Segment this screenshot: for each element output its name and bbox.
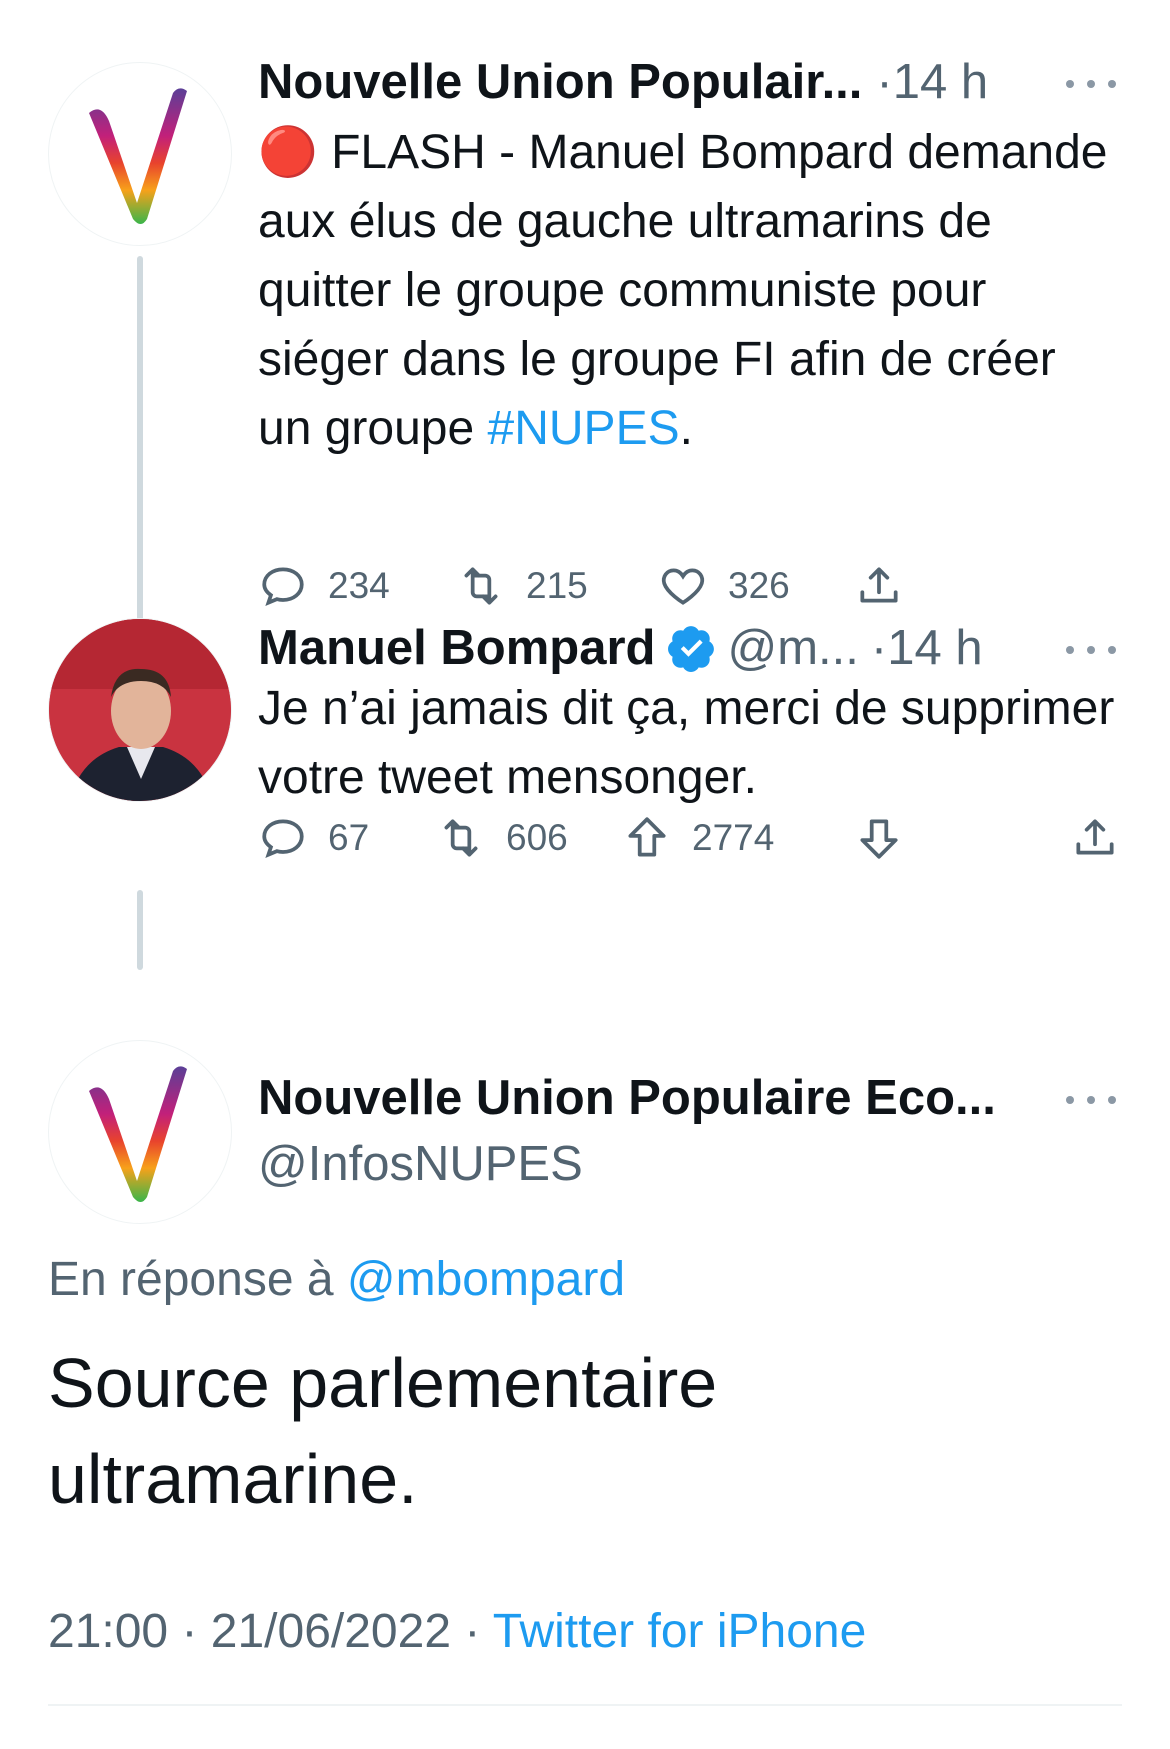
tweet-header: Manuel Bompard @m... ·14 h bbox=[258, 618, 1130, 678]
divider bbox=[48, 1704, 1122, 1706]
retweet-count: 215 bbox=[526, 565, 588, 606]
tweet-nupes-flash[interactable]: Nouvelle Union Populair... ·14 h 🔴 FLASH… bbox=[0, 0, 1170, 676]
tweet-text-end: . bbox=[679, 402, 693, 455]
author-name[interactable]: Manuel Bompard bbox=[258, 620, 655, 676]
reply-count: 67 bbox=[328, 817, 370, 858]
nupes-logo bbox=[89, 88, 187, 224]
reply-button[interactable]: 67 bbox=[258, 813, 369, 863]
share-icon bbox=[1076, 819, 1114, 855]
reply-button[interactable]: 234 bbox=[258, 561, 390, 611]
more-icon[interactable] bbox=[1066, 640, 1116, 660]
client-link[interactable]: Twitter for iPhone bbox=[493, 1605, 867, 1658]
like-count: 326 bbox=[728, 565, 790, 606]
tweet-footer: 21:00 · 21/06/2022 · Twitter for iPhone bbox=[48, 1604, 866, 1659]
thread-line bbox=[137, 890, 143, 970]
retweet-count: 606 bbox=[506, 817, 568, 858]
retweet-button[interactable]: 215 bbox=[456, 561, 588, 611]
retweet-icon bbox=[464, 567, 498, 605]
reply-icon bbox=[262, 567, 304, 606]
more-icon[interactable] bbox=[1066, 1090, 1116, 1110]
verified-icon bbox=[668, 626, 715, 672]
tweet-timestamp[interactable]: 21:00 · 21/06/2022 · bbox=[48, 1605, 480, 1658]
main-tweet-text: Source parlementaire ultramarine. bbox=[48, 1344, 718, 1518]
author-name-row: Nouvelle Union Populaire Eco... bbox=[258, 1068, 1130, 1128]
tweet-time[interactable]: ·14 h bbox=[876, 54, 988, 110]
nupes-avatar[interactable] bbox=[48, 62, 232, 246]
like-button[interactable]: 326 bbox=[658, 561, 790, 611]
author-handle-row: @InfosNUPES bbox=[258, 1134, 1130, 1194]
tweet-time[interactable]: ·14 h bbox=[871, 620, 983, 676]
tweet-header: Nouvelle Union Populair... ·14 h bbox=[258, 52, 1130, 112]
upvote-icon bbox=[628, 817, 666, 857]
reply-handle-link[interactable]: @mbompard bbox=[347, 1253, 625, 1306]
upvote-count: 2774 bbox=[692, 817, 775, 858]
more-icon[interactable] bbox=[1066, 74, 1116, 94]
red-circle-emoji: 🔴 bbox=[258, 126, 318, 179]
downvote-button[interactable] bbox=[854, 813, 904, 863]
tweet-actions: 67 606 2774 bbox=[258, 808, 1120, 868]
upvote-button[interactable]: 2774 bbox=[622, 813, 774, 863]
downvote-icon bbox=[860, 819, 898, 859]
author-handle[interactable]: @InfosNUPES bbox=[258, 1136, 583, 1192]
reply-prefix: En réponse à bbox=[48, 1253, 334, 1306]
reply-count: 234 bbox=[328, 565, 390, 606]
tweet-bompard-reply[interactable]: Manuel Bompard @m... ·14 h Je n’ai jamai… bbox=[0, 610, 1170, 970]
retweet-button[interactable]: 606 bbox=[436, 813, 568, 863]
share-icon bbox=[860, 567, 898, 603]
nupes-avatar[interactable] bbox=[48, 1040, 232, 1224]
tweet-actions: 234 215 326 bbox=[258, 556, 998, 616]
like-icon bbox=[661, 568, 705, 605]
tweet-text: 🔴 FLASH - Manuel Bompard demande aux élu… bbox=[258, 118, 1120, 463]
author-name[interactable]: Nouvelle Union Populaire Eco... bbox=[258, 1070, 996, 1126]
bompard-avatar[interactable] bbox=[48, 618, 232, 802]
nupes-logo bbox=[89, 1066, 187, 1202]
author-handle[interactable]: @m... bbox=[727, 620, 858, 676]
retweet-icon bbox=[444, 819, 478, 857]
author-name[interactable]: Nouvelle Union Populair... bbox=[258, 54, 862, 110]
reply-icon bbox=[262, 819, 304, 858]
reply-context: En réponse à @mbompard bbox=[48, 1252, 625, 1307]
profile-photo bbox=[49, 619, 231, 801]
share-button[interactable] bbox=[854, 561, 904, 611]
hashtag-link[interactable]: #NUPES bbox=[488, 402, 680, 455]
tweet-text: Je n’ai jamais dit ça, merci de supprime… bbox=[258, 682, 1115, 804]
share-button[interactable] bbox=[1070, 813, 1120, 863]
